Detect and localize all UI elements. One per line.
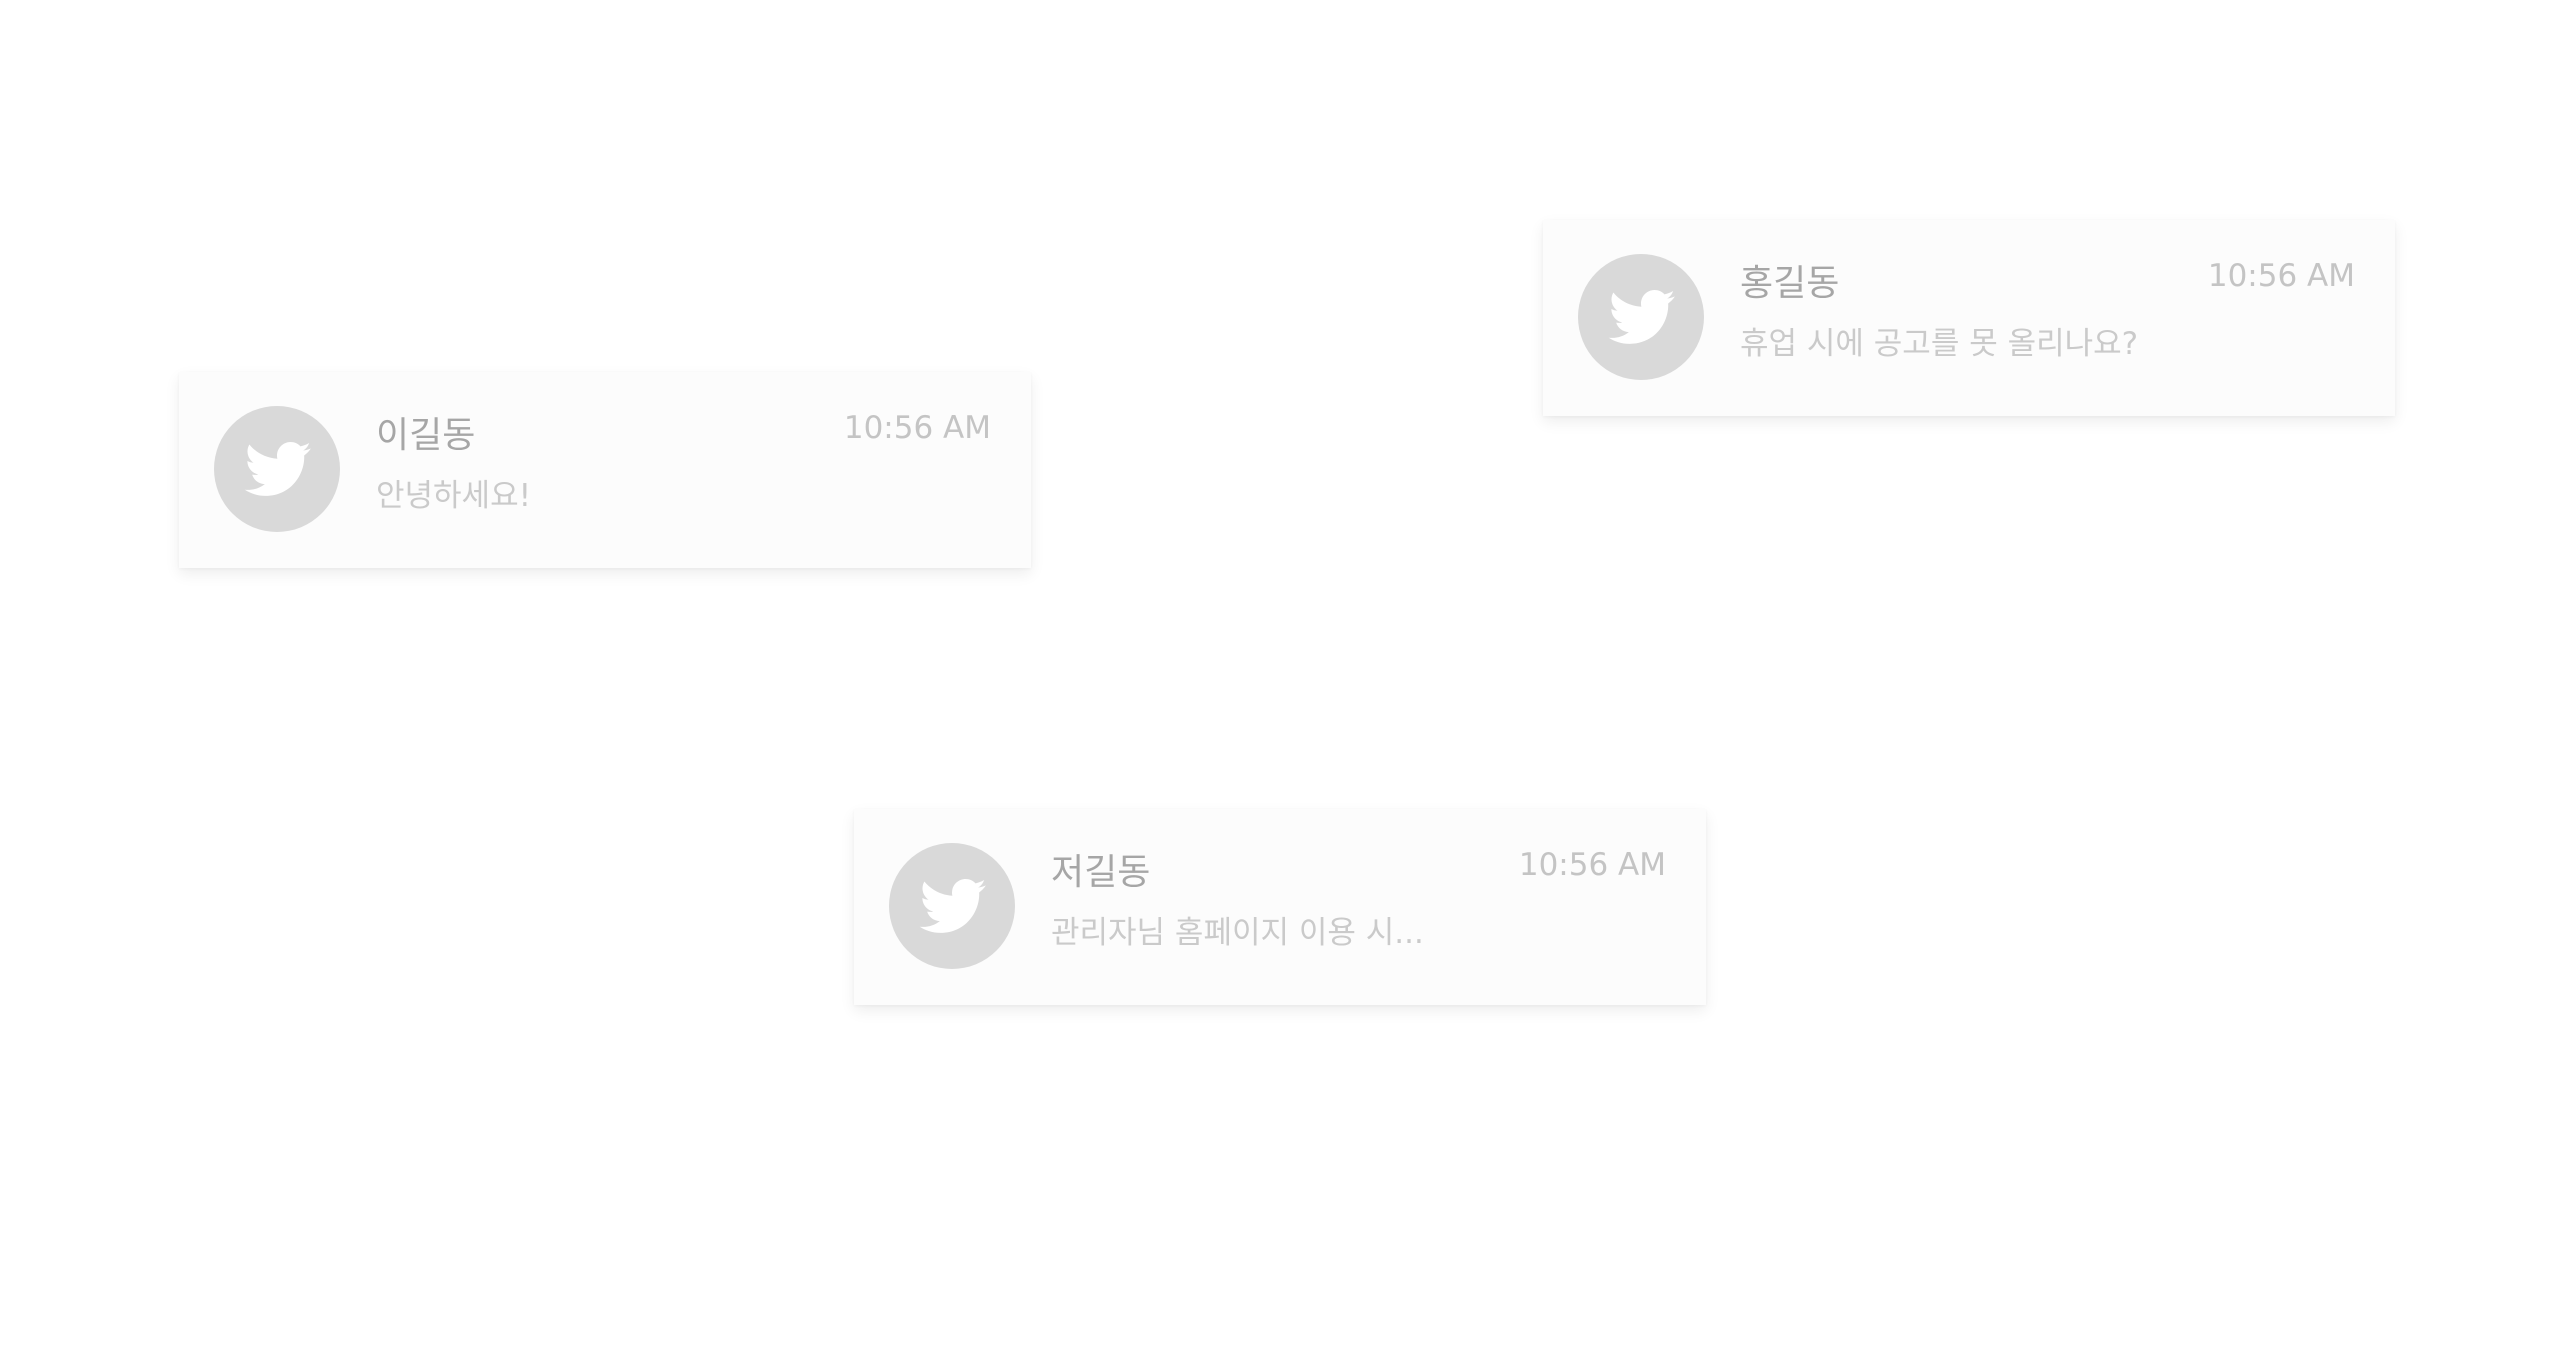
twitter-bird-icon (917, 871, 987, 941)
avatar (214, 406, 340, 532)
sender-name: 저길동 (1051, 852, 1151, 893)
message-preview: 관리자님 홈페이지 이용 시... (1051, 915, 1424, 951)
message-preview: 휴업 시에 공고를 못 올리나요? (1740, 326, 2139, 362)
avatar (889, 843, 1015, 969)
avatar (1578, 254, 1704, 380)
twitter-bird-icon (242, 434, 312, 504)
sender-name: 홍길동 (1740, 263, 1840, 304)
timestamp: 10:56 AM (843, 410, 991, 446)
notification-card[interactable]: 홍길동 10:56 AM 휴업 시에 공고를 못 올리나요? (1543, 220, 2395, 416)
notification-card[interactable]: 이길동 10:56 AM 안녕하세요! (179, 372, 1031, 568)
twitter-bird-icon (1606, 282, 1676, 352)
timestamp: 10:56 AM (2207, 258, 2355, 294)
message-preview: 안녕하세요! (376, 478, 532, 514)
timestamp: 10:56 AM (1518, 847, 1666, 883)
sender-name: 이길동 (376, 415, 476, 456)
notification-card[interactable]: 저길동 10:56 AM 관리자님 홈페이지 이용 시... (854, 809, 1706, 1005)
